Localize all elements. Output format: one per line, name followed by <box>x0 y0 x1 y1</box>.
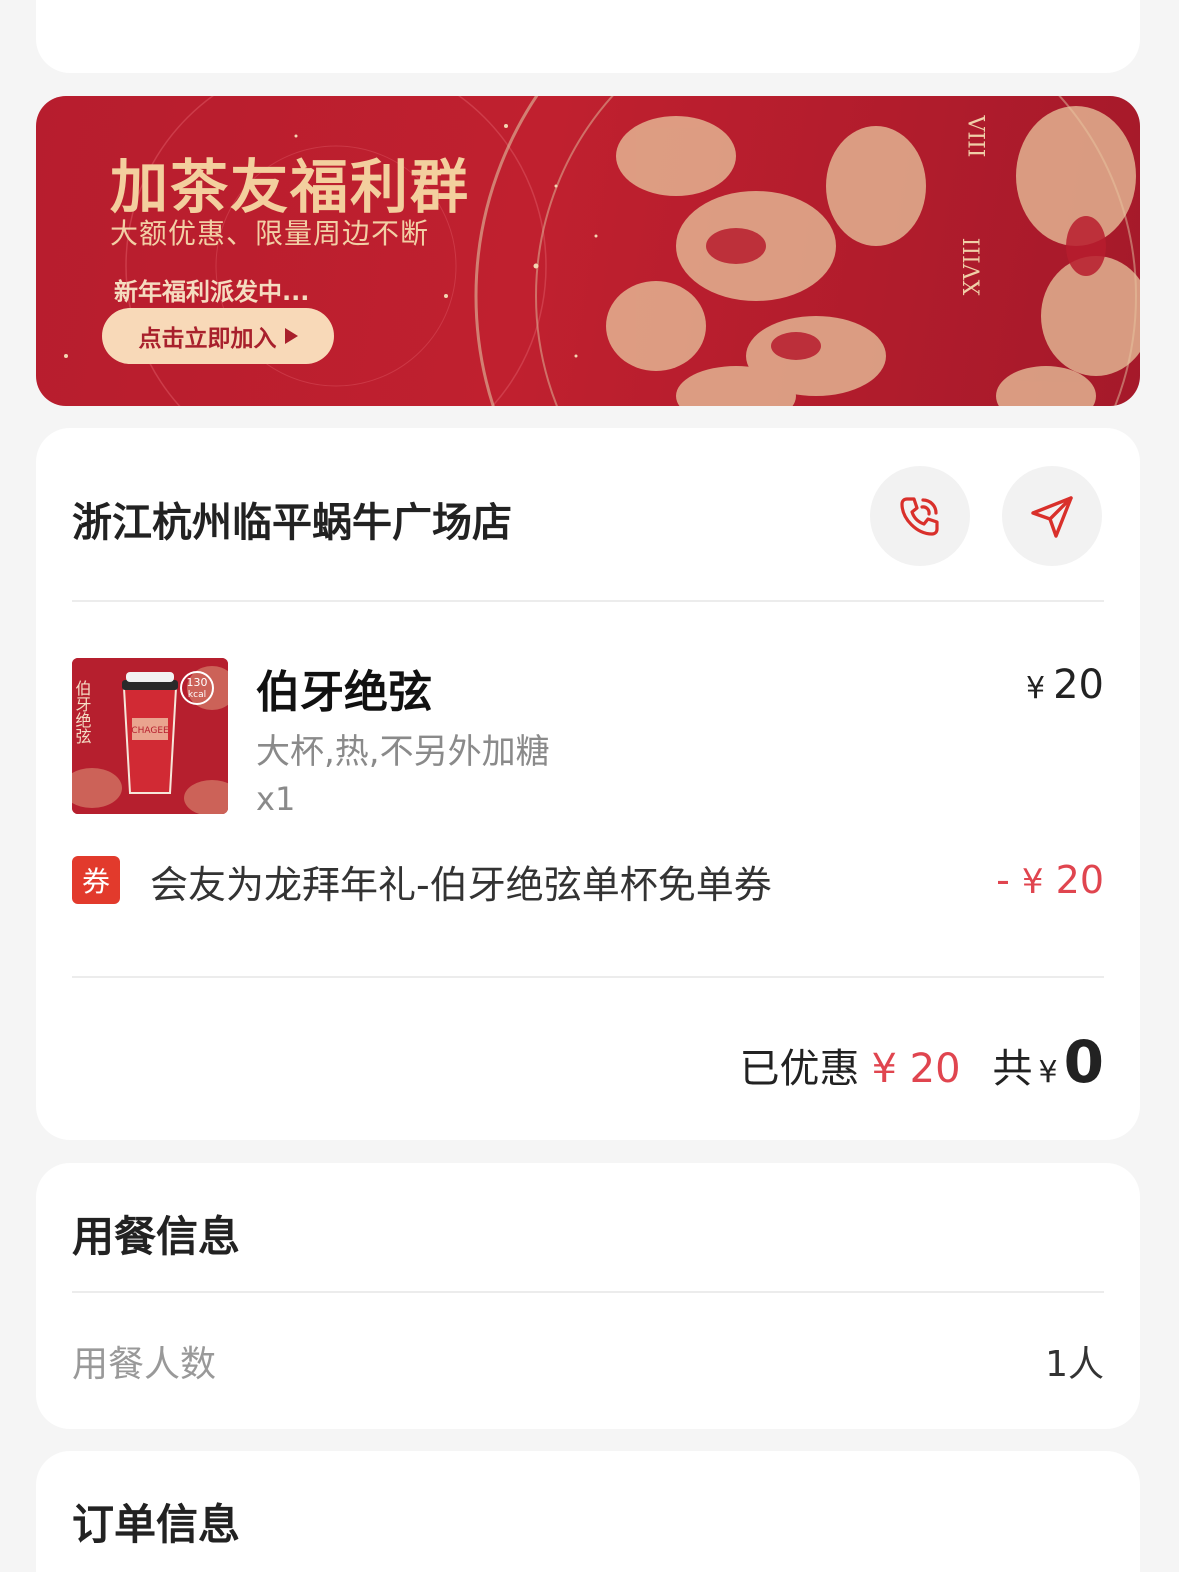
phone-icon <box>900 497 939 536</box>
roman-numeral-2: XVIII <box>960 237 986 296</box>
product-image-art: 130 kcal CHAGEE 伯牙绝弦 <box>72 658 228 814</box>
order-info-title: 订单信息 <box>72 1500 241 1549</box>
order-total-summary: 已优惠 ¥ 20 共 ¥ 0 <box>739 1028 1104 1096</box>
coupon-discount-amount: - ¥ 20 <box>996 858 1104 902</box>
price-currency: ¥ <box>1026 671 1046 706</box>
product-quantity: x1 <box>256 780 296 818</box>
roman-numeral-1: VIII <box>962 115 988 158</box>
divider <box>72 600 1104 602</box>
top-card <box>36 0 1140 73</box>
play-arrow-icon <box>284 328 298 344</box>
product-name: 伯牙绝弦 <box>256 667 432 718</box>
order-summary-card: 浙江杭州临平蜗牛广场店 130 kcal CHAGEE 伯牙绝弦 伯牙绝弦 大杯… <box>36 428 1140 1140</box>
order-detail-page: 加茶友福利群 大额优惠、限量周边不断 新年福利派发中... 点击立即加入 VII… <box>0 0 1179 1572</box>
order-info-card: 订单信息 <box>36 1451 1140 1572</box>
saved-label: 已优惠 <box>739 1046 860 1092</box>
cup-brand: CHAGEE <box>131 726 169 736</box>
price-value: 20 <box>1053 662 1104 708</box>
total-value: 0 <box>1063 1028 1104 1096</box>
kcal-value: 130 <box>187 676 208 689</box>
dining-info-title: 用餐信息 <box>72 1212 241 1261</box>
total-currency: ¥ <box>1038 1055 1058 1090</box>
join-now-label: 点击立即加入 <box>138 326 277 352</box>
coupon-amount-prefix: - <box>996 858 1022 902</box>
dining-info-card: 用餐信息 用餐人数 1人 <box>36 1163 1140 1429</box>
banner-subtitle: 大额优惠、限量周边不断 <box>110 217 430 250</box>
coupon-currency: ¥ <box>1021 862 1044 902</box>
people-count-value: 1人 <box>1045 1344 1104 1385</box>
navigate-store-button[interactable] <box>1002 466 1102 566</box>
product-options: 大杯,热,不另外加糖 <box>256 732 550 772</box>
total-label: 共 <box>992 1046 1033 1092</box>
divider <box>72 976 1104 978</box>
product-image[interactable]: 130 kcal CHAGEE 伯牙绝弦 <box>72 658 228 814</box>
people-count-label: 用餐人数 <box>72 1344 217 1385</box>
product-price: ¥20 <box>1026 662 1104 708</box>
divider <box>72 1291 1104 1293</box>
join-now-button[interactable]: 点击立即加入 <box>102 308 334 364</box>
banner-note: 新年福利派发中... <box>114 278 310 306</box>
tea-friend-group-banner[interactable]: 加茶友福利群 大额优惠、限量周边不断 新年福利派发中... 点击立即加入 VII… <box>36 96 1140 406</box>
store-name: 浙江杭州临平蜗牛广场店 <box>72 500 512 546</box>
saved-amount: ¥ 20 <box>871 1046 961 1092</box>
call-store-button[interactable] <box>870 466 970 566</box>
kcal-unit: kcal <box>188 690 206 700</box>
coupon-tag-badge: 券 <box>72 856 120 904</box>
navigation-icon <box>1031 496 1073 538</box>
coupon-amount-value: 20 <box>1055 858 1104 902</box>
product-image-text: 伯牙绝弦 <box>73 680 92 745</box>
coupon-name: 会友为龙拜年礼-伯牙绝弦单杯免单券 <box>150 863 772 907</box>
